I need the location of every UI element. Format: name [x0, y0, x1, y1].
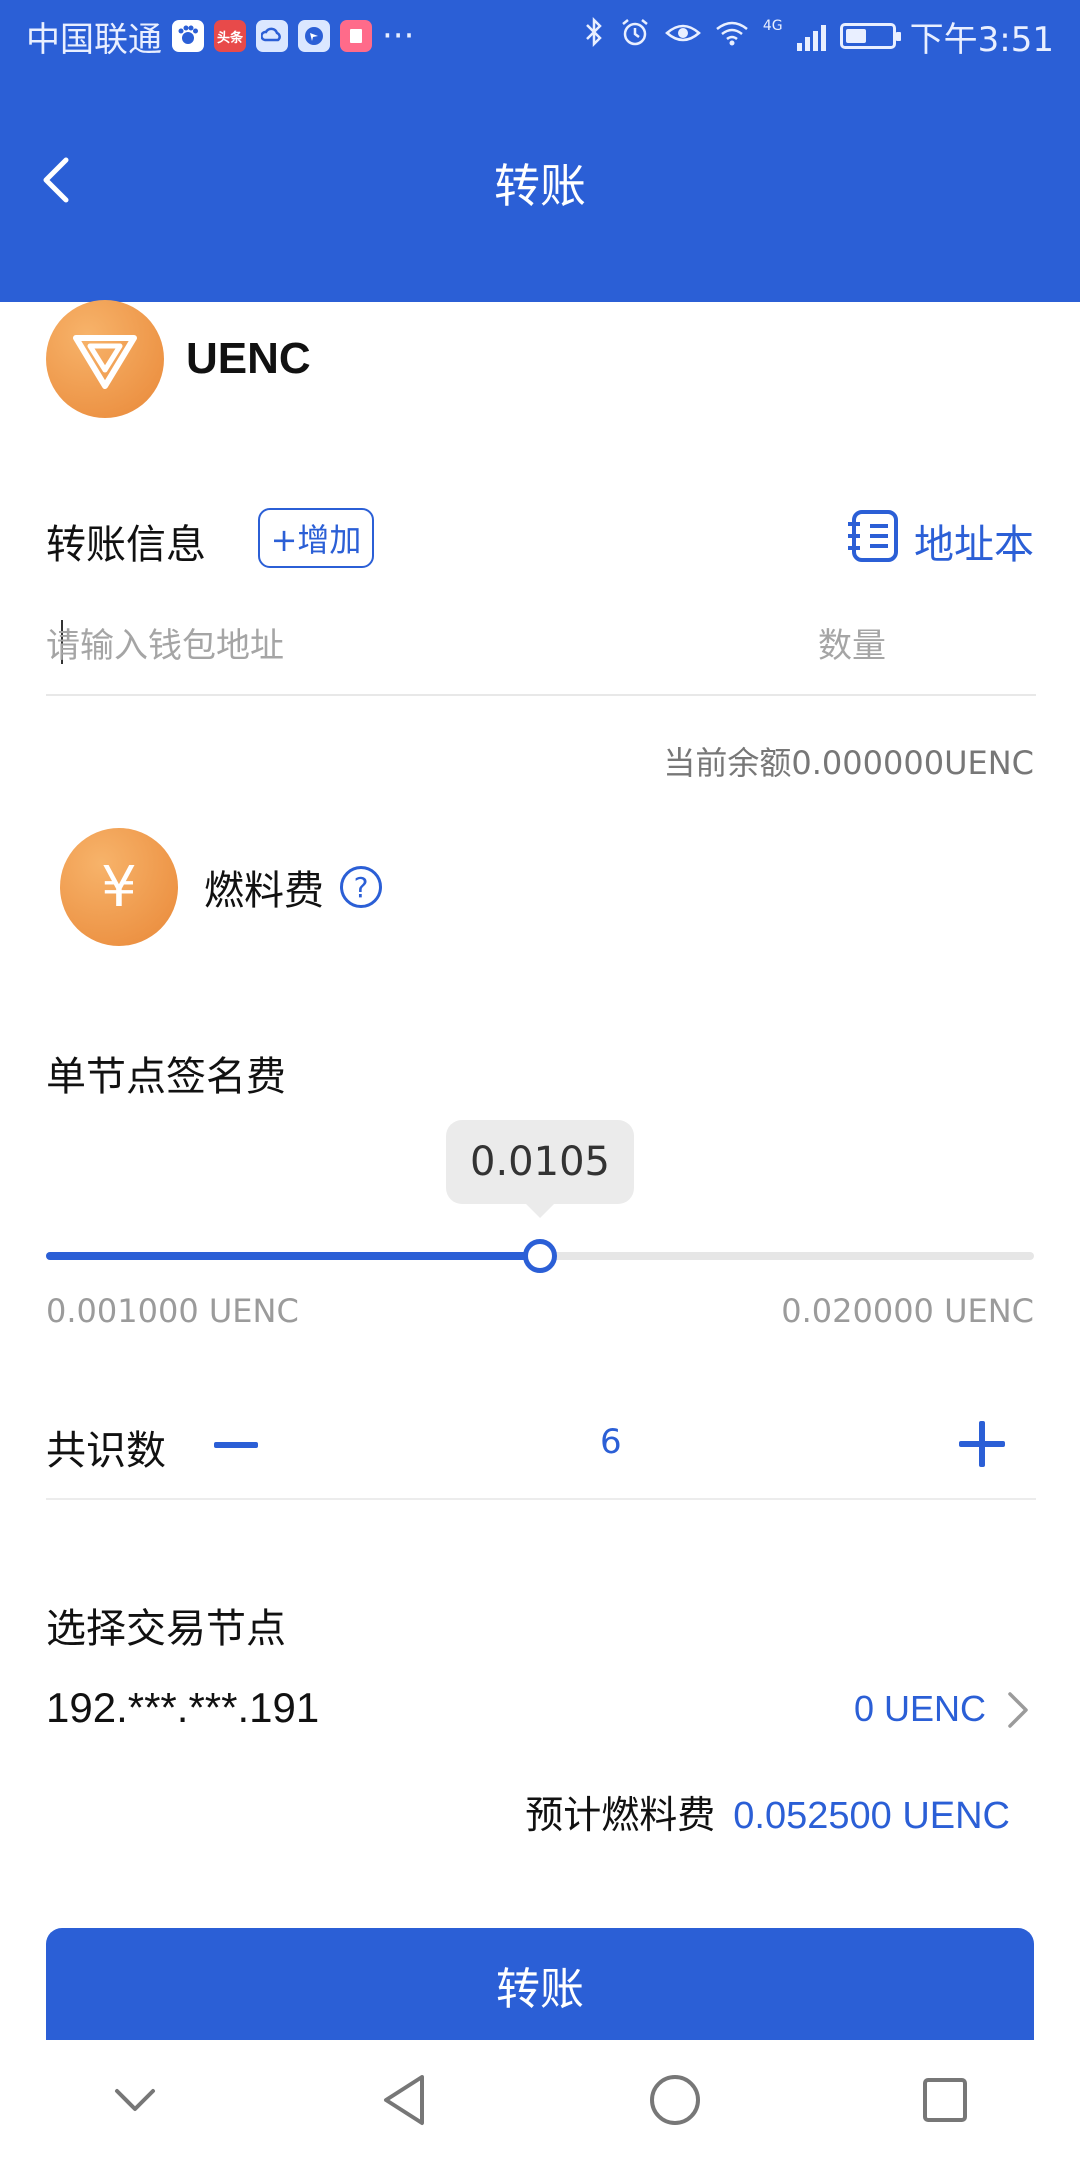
- recipient-input-row: [46, 606, 1036, 696]
- nav-back-button[interactable]: [365, 2060, 445, 2140]
- slider-max-label: 0.020000 UENC: [781, 1292, 1034, 1330]
- coin-row: UENC: [46, 300, 311, 418]
- nav-home-button[interactable]: [635, 2060, 715, 2140]
- consensus-value: 6: [600, 1422, 622, 1462]
- chevron-right-icon: [1002, 1690, 1032, 1730]
- signature-fee-label: 单节点签名费: [46, 1054, 286, 1100]
- slider-value-tooltip: 0.0105: [446, 1120, 634, 1218]
- consensus-row: 共识数 6: [46, 1400, 1036, 1500]
- app-header: 中国联通 头条 ··· 4G 下午3:51 转账: [0, 0, 1080, 302]
- page-title: 转账: [494, 159, 586, 213]
- signature-fee-slider[interactable]: 0.0105: [46, 1120, 1034, 1273]
- minus-icon: [214, 1442, 258, 1448]
- decrease-button[interactable]: [206, 1420, 266, 1470]
- battery-level: [845, 29, 866, 43]
- triangle-back-icon: [384, 2075, 424, 2125]
- slider-min-label: 0.001000 UENC: [46, 1292, 299, 1330]
- uenc-logo-icon: [46, 300, 164, 418]
- cloud-app-icon: [256, 20, 288, 52]
- select-node-label: 选择交易节点: [46, 1606, 286, 1652]
- address-book-icon: [846, 508, 902, 574]
- address-book-button[interactable]: 地址本: [846, 508, 1034, 574]
- node-balance: 0 UENC: [853, 1688, 986, 1729]
- transfer-info-label: 转账信息: [46, 522, 206, 568]
- help-icon[interactable]: ?: [340, 866, 382, 908]
- wifi-icon: [715, 16, 749, 56]
- estimated-fee-label: 预计燃料费: [525, 1793, 716, 1837]
- increase-button[interactable]: [952, 1414, 1012, 1474]
- baidu-app-icon: [172, 20, 204, 52]
- status-right: 4G 下午3:51: [583, 12, 1054, 61]
- nav-recents-button[interactable]: [905, 2060, 985, 2140]
- transfer-button[interactable]: 转账: [46, 1928, 1034, 2042]
- fee-row: ¥ 燃料费 ?: [60, 828, 382, 946]
- more-notifications: ···: [382, 16, 415, 56]
- wallet-address-input[interactable]: [46, 616, 746, 676]
- nav-hide-button[interactable]: [95, 2060, 175, 2140]
- slider-thumb[interactable]: [523, 1239, 557, 1273]
- system-nav-bar: [0, 2040, 1080, 2160]
- node-ip: 192.***.***.191: [46, 1684, 320, 1731]
- carrier-label: 中国联通: [26, 19, 162, 60]
- eye-comfort-icon: [664, 16, 701, 56]
- network-type: 4G: [762, 17, 783, 34]
- fee-coin-icon: ¥: [60, 828, 178, 946]
- address-book-label: 地址本: [914, 522, 1034, 568]
- signal-icon: [796, 21, 826, 51]
- node-select-row[interactable]: 192.***.***.191 0 UENC: [46, 1678, 1036, 1748]
- quantity-input[interactable]: [818, 616, 958, 676]
- bluetooth-icon: [583, 16, 605, 57]
- chevron-down-icon: [115, 2089, 155, 2111]
- reader-app-icon: [340, 20, 372, 52]
- slider-track[interactable]: [46, 1239, 1034, 1273]
- clock: 下午3:51: [909, 19, 1054, 60]
- add-recipient-button[interactable]: +增加: [258, 508, 374, 568]
- fee-label: 燃料费: [204, 868, 324, 914]
- alarm-icon: [619, 16, 651, 57]
- consensus-label: 共识数: [46, 1428, 166, 1474]
- square-recents-icon: [923, 2078, 967, 2122]
- status-bar: 中国联通 头条 ··· 4G 下午3:51: [0, 0, 1080, 72]
- current-balance: 当前余额0.000000UENC: [663, 744, 1034, 782]
- status-left: 中国联通 头条 ···: [26, 12, 414, 61]
- estimated-fee-row: 预计燃料费 0.052500 UENC: [525, 1784, 1010, 1839]
- battery-icon: [839, 23, 901, 49]
- slider-fill: [46, 1252, 540, 1260]
- toutiao-app-icon: 头条: [214, 20, 246, 52]
- circle-home-icon: [650, 2075, 700, 2125]
- coin-name: UENC: [186, 334, 311, 383]
- estimated-fee-value: 0.052500 UENC: [733, 1795, 1010, 1837]
- browser-app-icon: [298, 20, 330, 52]
